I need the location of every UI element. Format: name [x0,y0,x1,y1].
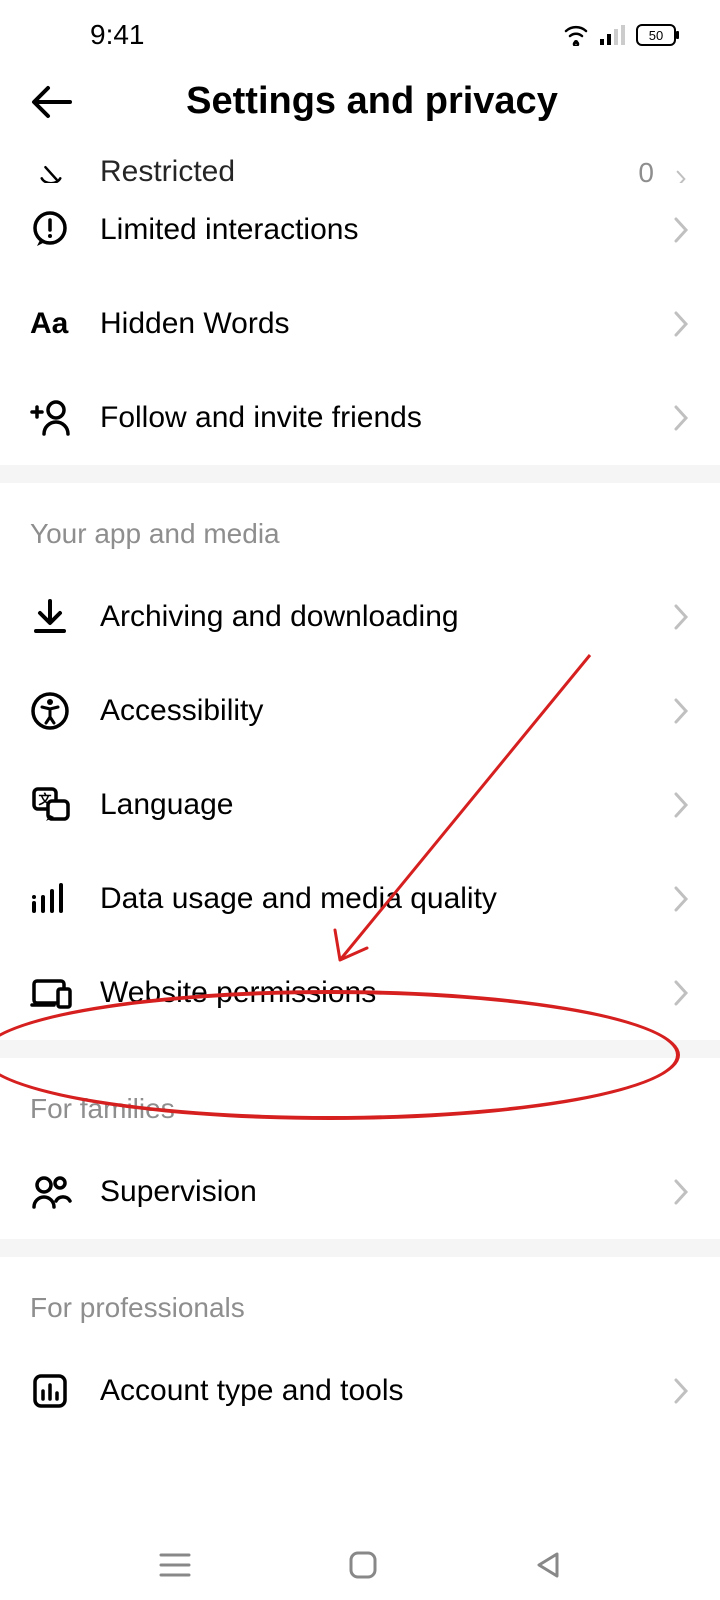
row-label: Supervision [100,1175,672,1209]
language-icon: 文 [30,785,72,825]
nav-back-icon[interactable] [533,1550,563,1580]
row-label: Restricted [100,155,638,183]
status-bar: 9:41 50 [0,0,720,70]
row-label: Limited interactions [100,213,672,247]
status-indicators: 50 [562,24,680,46]
status-time: 9:41 [90,19,145,51]
nav-home-icon[interactable] [347,1549,379,1581]
chevron-right-icon [672,169,690,183]
row-label: Website permissions [100,976,672,1010]
accessibility-icon [30,691,70,731]
row-accessibility[interactable]: Accessibility [0,664,720,758]
devices-icon [30,975,74,1011]
svg-text:50: 50 [649,28,663,43]
row-hidden-words[interactable]: Aa Hidden Words [0,277,720,371]
row-account-type[interactable]: Account type and tools [0,1344,720,1438]
header: Settings and privacy [0,70,720,143]
row-label: Account type and tools [100,1374,672,1408]
row-archiving[interactable]: Archiving and downloading [0,570,720,664]
chevron-right-icon [672,978,690,1008]
battery-icon: 50 [636,24,680,46]
row-supervision[interactable]: Supervision [0,1145,720,1239]
content: Restricted 0 Limited interactions Aa Hid… [0,143,720,1563]
restricted-icon [30,161,72,183]
row-limited-interactions[interactable]: Limited interactions [0,183,720,277]
section-divider [0,465,720,483]
chevron-right-icon [672,1376,690,1406]
row-label: Follow and invite friends [100,401,672,435]
chart-box-icon [30,1371,70,1411]
row-label: Language [100,788,672,822]
chevron-right-icon [672,1177,690,1207]
row-follow-invite[interactable]: Follow and invite friends [0,371,720,465]
section-title-professionals: For professionals [0,1257,720,1344]
section-title-families: For families [0,1058,720,1145]
wifi-icon [562,24,590,46]
system-nav-bar [0,1530,720,1600]
people-icon [30,1173,74,1211]
chevron-right-icon [672,403,690,433]
back-arrow-icon[interactable] [30,84,74,120]
chevron-right-icon [672,790,690,820]
chevron-right-icon [672,309,690,339]
chevron-right-icon [672,602,690,632]
chevron-right-icon [672,696,690,726]
row-label: Accessibility [100,694,672,728]
text-aa-icon: Aa [30,307,68,341]
page-title: Settings and privacy [104,80,640,123]
row-label: Hidden Words [100,307,672,341]
signal-icon [600,25,626,45]
row-label: Archiving and downloading [100,600,672,634]
chevron-right-icon [672,215,690,245]
restricted-count: 0 [638,157,654,183]
download-icon [30,597,70,637]
chevron-right-icon [672,884,690,914]
bars-icon [30,881,70,917]
row-website-permissions[interactable]: Website permissions [0,946,720,1040]
section-divider [0,1040,720,1058]
row-data-usage[interactable]: Data usage and media quality [0,852,720,946]
add-person-icon [30,398,74,438]
row-restricted[interactable]: Restricted 0 [0,143,720,183]
section-divider [0,1239,720,1257]
row-language[interactable]: 文 Language [0,758,720,852]
nav-recent-icon[interactable] [157,1551,193,1579]
section-title-app-media: Your app and media [0,483,720,570]
exclamation-bubble-icon [30,210,70,250]
row-label: Data usage and media quality [100,882,672,916]
